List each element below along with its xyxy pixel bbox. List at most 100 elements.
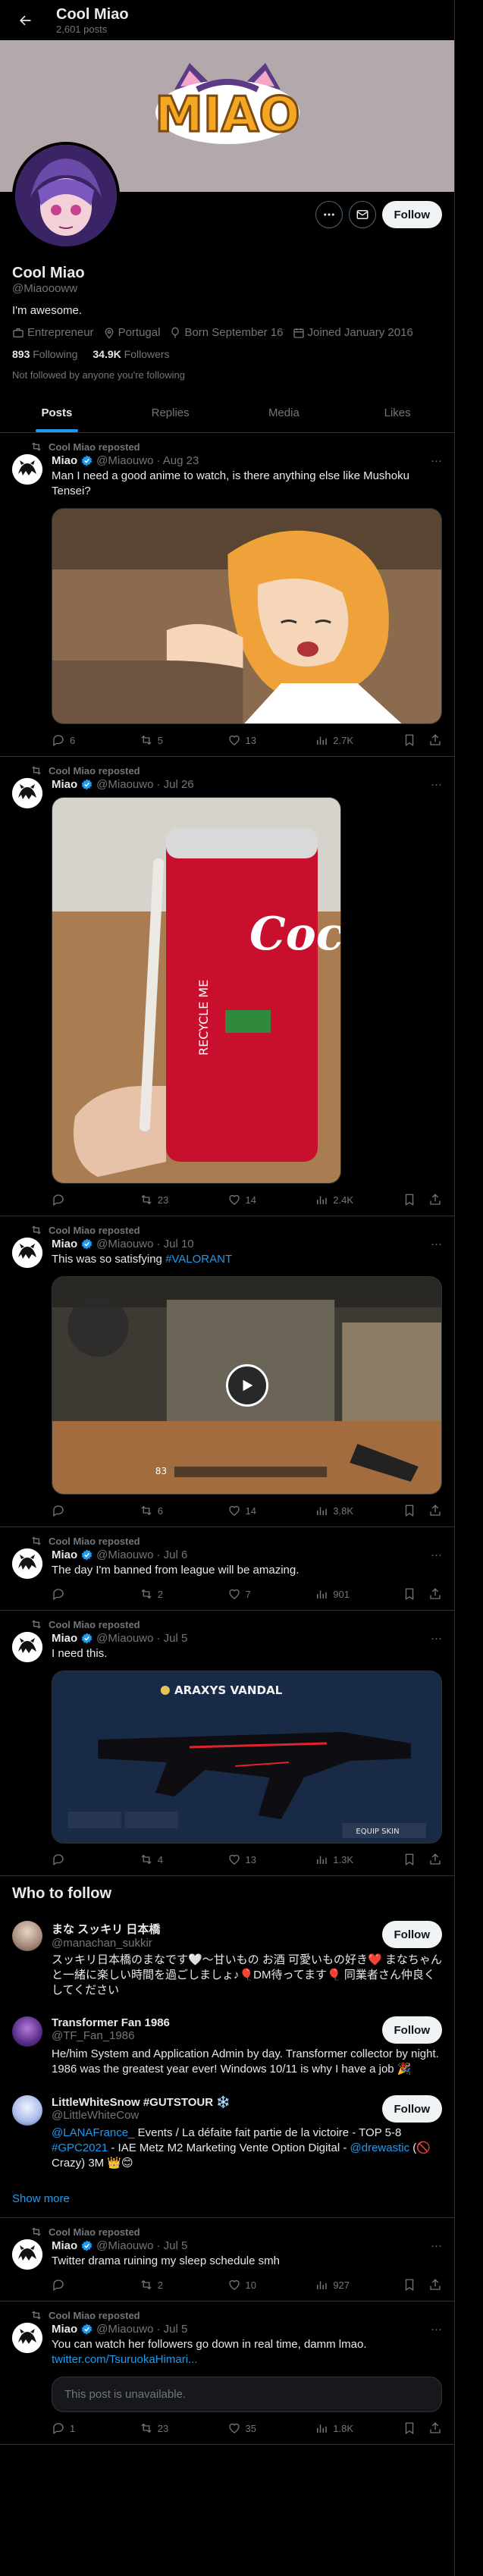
tweet-link[interactable]: twitter.com/TsuruokaHimari... [52, 2353, 198, 2366]
tweet-avatar[interactable] [12, 2239, 42, 2270]
tweet-image-vandal[interactable]: ARAXYS VANDAL EQUIP SKIN [52, 1671, 442, 1843]
tweet[interactable]: Cool Miao reposted Miao @Miaouwo · Jul 5… [0, 2218, 454, 2301]
suggestion-follow-button[interactable]: Follow [381, 2095, 442, 2123]
hashtag-link[interactable]: #VALORANT [165, 1253, 232, 1266]
suggestion-name[interactable]: Transformer Fan 1986 [52, 2016, 170, 2029]
follow-suggestion[interactable]: Transformer Fan 1986 @TF_Fan_1986 Follow… [0, 2007, 454, 2086]
tweet-date[interactable]: · Jul 6 [156, 1548, 187, 1561]
reply-button[interactable] [52, 1504, 140, 1517]
repost-button[interactable]: 6 [140, 1504, 227, 1517]
like-button[interactable]: 10 [227, 2278, 315, 2292]
tweet[interactable]: Cool Miao reposted Miao @Miaouwo · Aug 2… [0, 433, 454, 757]
tweet-date[interactable]: · Aug 23 [156, 454, 199, 467]
views-button[interactable]: 3.8K [315, 1504, 403, 1517]
tweet-date[interactable]: · Jul 5 [156, 1632, 187, 1645]
suggestion-avatar[interactable] [12, 2095, 42, 2126]
suggestion-avatar[interactable] [12, 1921, 42, 1951]
reply-button[interactable] [52, 1193, 140, 1206]
tweet-avatar[interactable] [12, 454, 42, 485]
like-button[interactable]: 13 [227, 733, 315, 747]
reply-button[interactable] [52, 2278, 140, 2292]
like-button[interactable]: 7 [227, 1587, 315, 1601]
reply-button[interactable]: 6 [52, 733, 140, 747]
play-button[interactable] [225, 1364, 268, 1407]
tweet[interactable]: Cool Miao reposted Miao @Miaouwo · Jul 1… [0, 1216, 454, 1527]
tweet-avatar[interactable] [12, 1632, 42, 1662]
tab-posts[interactable]: Posts [0, 393, 114, 432]
profile-avatar[interactable] [12, 142, 120, 249]
bookmark-icon[interactable] [403, 1504, 416, 1517]
repost-button[interactable]: 23 [140, 2421, 227, 2435]
tweet-date[interactable]: · Jul 5 [156, 2323, 187, 2336]
repost-button[interactable]: 2 [140, 2278, 227, 2292]
suggestion-follow-button[interactable]: Follow [381, 1921, 442, 1948]
tab-likes[interactable]: Likes [340, 393, 454, 432]
views-button[interactable]: 2.4K [315, 1193, 403, 1206]
show-more-link[interactable]: Show more [0, 2180, 454, 2218]
repost-button[interactable]: 4 [140, 1853, 227, 1866]
tweet-date[interactable]: · Jul 5 [156, 2239, 187, 2252]
suggestion-avatar[interactable] [12, 2016, 42, 2047]
like-button[interactable]: 13 [227, 1853, 315, 1866]
tweet-author-name[interactable]: Miao [52, 778, 77, 791]
tweet-image-can[interactable]: Coca-Cola RECYCLE ME [52, 797, 341, 1184]
following-link[interactable]: 893 Following [12, 348, 77, 360]
views-button[interactable]: 1.3K [315, 1853, 403, 1866]
reply-button[interactable] [52, 1587, 140, 1601]
tweet-avatar[interactable] [12, 1238, 42, 1268]
tweet-author-name[interactable]: Miao [52, 1238, 77, 1250]
tweet-more-icon[interactable]: ··· [431, 778, 442, 791]
tweet-author-name[interactable]: Miao [52, 1632, 77, 1645]
repost-button[interactable]: 2 [140, 1587, 227, 1601]
tweet-date[interactable]: · Jul 26 [156, 778, 193, 791]
like-button[interactable]: 14 [227, 1504, 315, 1517]
suggestion-name[interactable]: まな スッキリ 日本橋 [52, 1921, 160, 1937]
bookmark-icon[interactable] [403, 2278, 416, 2292]
message-icon[interactable] [348, 201, 376, 228]
like-button[interactable]: 35 [227, 2421, 315, 2435]
tweet[interactable]: Cool Miao reposted Miao @Miaouwo · Jul 5… [0, 1611, 454, 1876]
bio-hashtag-link[interactable]: #GPC2021 [52, 2141, 108, 2154]
tweet-date[interactable]: · Jul 10 [156, 1238, 193, 1250]
bookmark-icon[interactable] [403, 1193, 416, 1206]
bookmark-icon[interactable] [403, 1587, 416, 1601]
tweet-more-icon[interactable]: ··· [431, 2239, 442, 2252]
bookmark-icon[interactable] [403, 2421, 416, 2435]
suggestion-name[interactable]: LittleWhiteSnow #GUTSTOUR ❄️ [52, 2095, 231, 2109]
bio-mention-link[interactable]: @drewastic [350, 2141, 410, 2154]
share-icon[interactable] [428, 1504, 442, 1517]
tweet-more-icon[interactable]: ··· [431, 1632, 442, 1645]
bio-mention-link[interactable]: @LANAFrance_ [52, 2126, 134, 2139]
reply-button[interactable] [52, 1853, 140, 1866]
share-icon[interactable] [428, 2421, 442, 2435]
tweet-more-icon[interactable]: ··· [431, 1238, 442, 1250]
follow-suggestion[interactable]: まな スッキリ 日本橋 @manachan_sukkir Follow スッキリ… [0, 1912, 454, 2007]
tweet-avatar[interactable] [12, 2323, 42, 2353]
tweet-author-name[interactable]: Miao [52, 454, 77, 467]
tweet-avatar[interactable] [12, 1548, 42, 1579]
tweet-author-name[interactable]: Miao [52, 1548, 77, 1561]
follow-suggestion[interactable]: LittleWhiteSnow #GUTSTOUR ❄️ @LittleWhit… [0, 2086, 454, 2180]
tweet-image-anime[interactable] [52, 508, 442, 724]
followers-link[interactable]: 34.9K Followers [93, 348, 169, 360]
repost-button[interactable]: 23 [140, 1193, 227, 1206]
tweet[interactable]: Cool Miao reposted Miao @Miaouwo · Jul 5… [0, 2301, 454, 2445]
more-icon[interactable] [315, 201, 343, 228]
tab-media[interactable]: Media [227, 393, 341, 432]
views-button[interactable]: 927 [315, 2278, 403, 2292]
views-button[interactable]: 1.8K [315, 2421, 403, 2435]
tweet-author-name[interactable]: Miao [52, 2239, 77, 2252]
like-button[interactable]: 14 [227, 1193, 315, 1206]
repost-button[interactable]: 5 [140, 733, 227, 747]
follow-button[interactable]: Follow [381, 201, 442, 228]
tab-replies[interactable]: Replies [114, 393, 227, 432]
suggestion-follow-button[interactable]: Follow [381, 2016, 442, 2044]
bookmark-icon[interactable] [403, 733, 416, 747]
share-icon[interactable] [428, 733, 442, 747]
share-icon[interactable] [428, 2278, 442, 2292]
tweet[interactable]: Cool Miao reposted Miao @Miaouwo · Jul 6… [0, 1527, 454, 1611]
tweet-video-valorant[interactable]: 83 [52, 1276, 442, 1495]
tweet-more-icon[interactable]: ··· [431, 454, 442, 467]
views-button[interactable]: 2.7K [315, 733, 403, 747]
tweet[interactable]: Cool Miao reposted Miao @Miaouwo · Jul 2… [0, 757, 454, 1216]
